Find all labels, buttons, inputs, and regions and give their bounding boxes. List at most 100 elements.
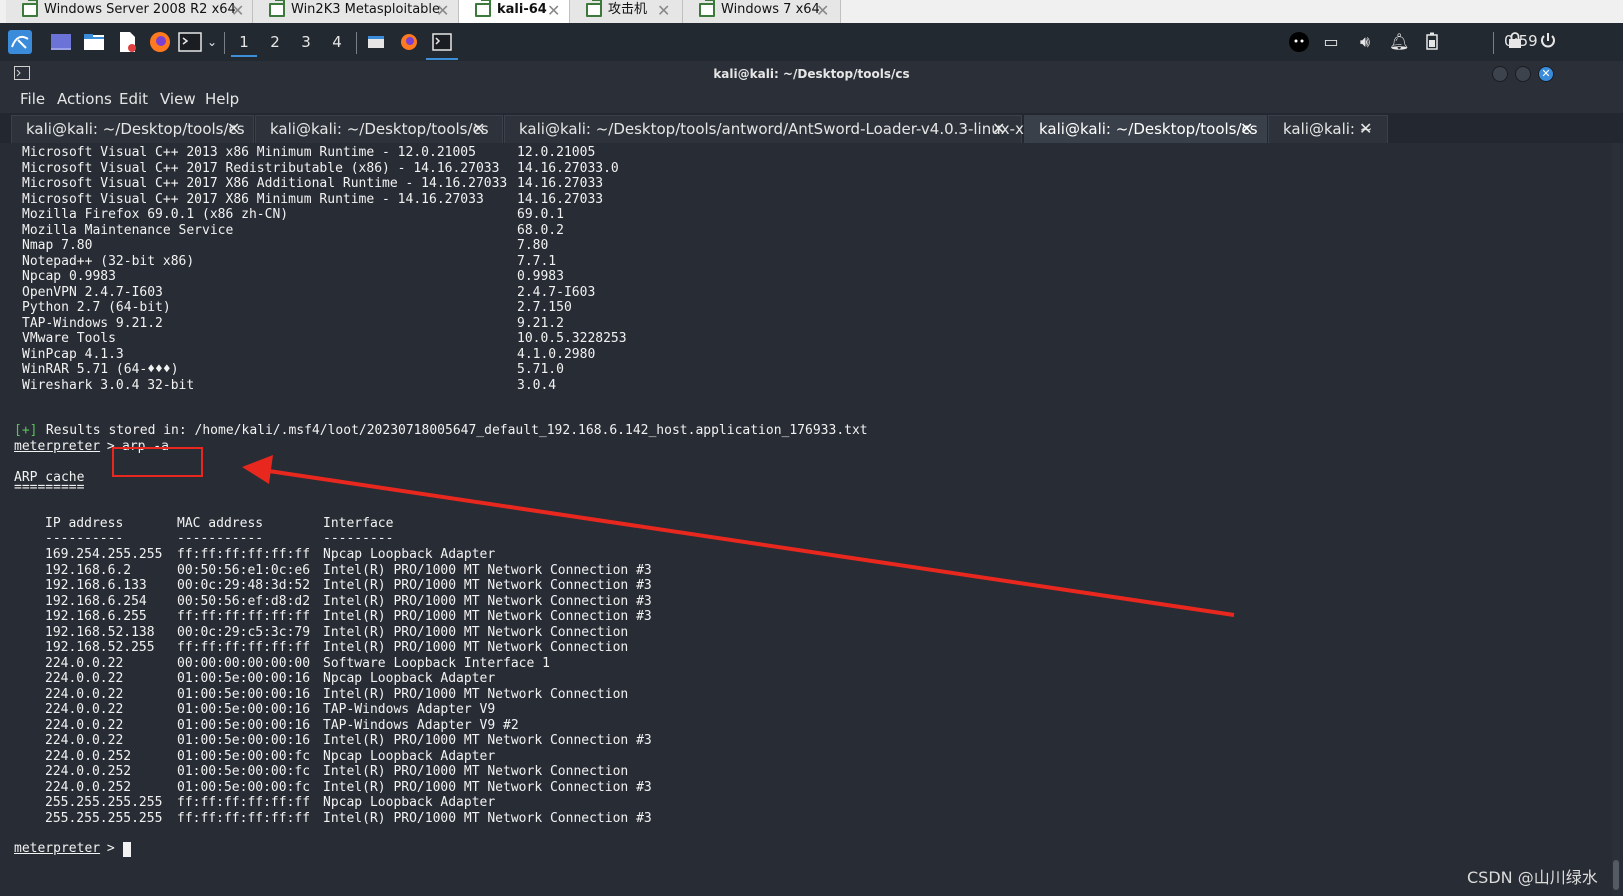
close-icon[interactable]: ✕: [657, 1, 670, 21]
app-version: 5.71.0: [517, 362, 564, 377]
app-version: 10.0.5.3228253: [517, 331, 627, 346]
close-icon[interactable]: ✕: [816, 1, 829, 21]
close-icon[interactable]: ✕: [227, 116, 240, 142]
arp-interface: TAP-Windows Adapter V9: [323, 702, 496, 717]
terminal-scrollbar[interactable]: [1612, 143, 1620, 896]
vm-tab[interactable]: kali-64 ✕: [459, 0, 570, 24]
close-icon[interactable]: ✕: [547, 1, 560, 21]
kali-top-panel: ⌄ 1 2 3 4 ▭ 🔊︎ 🔔︎ 0:59: [0, 23, 1623, 61]
arp-mac: 01:00:5e:00:00:16: [177, 686, 311, 702]
terminal-window-icon[interactable]: [430, 30, 454, 54]
app-version: 14.16.27033: [517, 191, 604, 207]
close-icon[interactable]: ✕: [231, 1, 244, 21]
terminal-tab[interactable]: kali@kali: ~/Desktop/tools/cs ✕: [11, 115, 254, 143]
close-icon[interactable]: ✕: [992, 116, 1005, 142]
terminal-tab-label: kali@kali: ~/Desktop/tools/cs: [1039, 120, 1258, 138]
close-icon[interactable]: ✕: [436, 1, 449, 21]
active-window-indicator: [426, 58, 458, 60]
vm-icon: [699, 0, 715, 17]
terminal-tab[interactable]: kali@kali: ~ ✕: [1268, 115, 1388, 143]
arp-interface: Npcap Loopback Adapter: [323, 795, 496, 810]
arp-column-header: IP address: [45, 516, 124, 531]
app-version: 14.16.27033.0: [517, 160, 619, 176]
vm-icon: [475, 0, 491, 17]
vm-icon: [22, 0, 38, 17]
menu-view[interactable]: View: [160, 90, 196, 108]
power-icon[interactable]: [1538, 32, 1558, 52]
arp-interface: Intel(R) PRO/1000 MT Network Connection …: [323, 562, 652, 578]
terminal-tab[interactable]: kali@kali: ~/Desktop/tools/cs ✕: [1024, 115, 1267, 143]
display-icon[interactable]: ▭: [1321, 32, 1341, 52]
menu-edit[interactable]: Edit: [119, 90, 148, 108]
terminal-cursor: [123, 842, 131, 857]
dropdown-icon[interactable]: ⌄: [202, 32, 222, 52]
file-manager-icon[interactable]: [82, 30, 106, 54]
firefox-window-icon[interactable]: [397, 30, 421, 54]
arp-ip: 224.0.0.22: [45, 655, 124, 671]
terminal-tab-bar: kali@kali: ~/Desktop/tools/cs ✕ kali@kali:…: [0, 113, 1623, 143]
app-name: Microsoft Visual C++ 2017 X86 Additional…: [22, 176, 508, 191]
workspace-2[interactable]: 2: [262, 31, 288, 55]
arp-interface: Intel(R) PRO/1000 MT Network Connection: [323, 764, 629, 779]
close-icon[interactable]: ✕: [472, 116, 485, 142]
avatar-icon[interactable]: [1289, 32, 1309, 52]
vm-tab-label: kali-64: [497, 2, 547, 17]
arp-interface: Software Loopback Interface 1: [323, 655, 550, 671]
terminal-output[interactable]: Microsoft Visual C++ 2013 x86 Minimum Ru…: [0, 143, 1610, 896]
workspace-1[interactable]: 1: [231, 31, 257, 57]
close-button[interactable]: ✕: [1538, 66, 1554, 82]
battery-icon[interactable]: [1422, 32, 1442, 52]
terminal-icon[interactable]: [178, 30, 202, 54]
app-version: 7.7.1: [517, 253, 557, 269]
window-list-icon[interactable]: [364, 30, 388, 54]
arp-interface: Npcap Loopback Adapter: [323, 748, 496, 764]
lock-icon[interactable]: [1505, 32, 1525, 52]
notification-bell-icon[interactable]: 🔔︎: [1389, 32, 1409, 52]
vm-tab[interactable]: Win2K3 Metasploitable ✕: [253, 0, 459, 23]
vm-tab-bar: Windows Server 2008 R2 x64 ✕ Win2K3 Metasp…: [0, 0, 1623, 24]
arp-interface: Intel(R) PRO/1000 MT Network Connection: [323, 686, 629, 702]
arp-ip: 224.0.0.22: [45, 686, 124, 702]
app-name: Wireshark 3.0.4 32-bit: [22, 377, 195, 393]
app-version: 14.16.27033: [517, 176, 604, 191]
app-version: 2.4.7-I603: [517, 284, 596, 300]
arp-ip: 255.255.255.255: [45, 795, 163, 810]
maximize-button[interactable]: [1515, 66, 1531, 82]
arp-mac: ff:ff:ff:ff:ff:ff: [177, 609, 311, 624]
kali-menu-icon[interactable]: [8, 30, 32, 54]
arp-ip: 224.0.0.252: [45, 748, 132, 764]
arp-ip: 192.168.6.255: [45, 609, 147, 624]
close-icon[interactable]: ✕: [1240, 116, 1253, 142]
terminal-window: kali@kali: ~/Desktop/tools/cs ✕ File Act…: [0, 61, 1623, 896]
terminal-tab[interactable]: kali@kali: ~/Desktop/tools/antword/AntSw…: [504, 115, 1043, 143]
app-version: 2.7.150: [517, 300, 572, 315]
vm-tab[interactable]: Windows Server 2008 R2 x64 ✕: [6, 0, 253, 23]
app-version: 12.0.21005: [517, 145, 596, 160]
desktop-icon[interactable]: [49, 30, 73, 54]
workspace-3[interactable]: 3: [293, 31, 319, 55]
scrollbar-thumb[interactable]: [1613, 860, 1619, 890]
vm-tab[interactable]: Windows 7 x64 ✕: [683, 0, 841, 23]
arp-mac: 00:50:56:ef:d8:d2: [177, 593, 311, 609]
arp-interface: Intel(R) PRO/1000 MT Network Connection: [323, 640, 629, 655]
menu-bar: File Actions Edit View Help: [0, 87, 1623, 113]
app-version: 69.0.1: [517, 207, 564, 222]
firefox-icon[interactable]: [148, 30, 172, 54]
menu-help[interactable]: Help: [205, 90, 239, 108]
menu-actions[interactable]: Actions: [57, 90, 112, 108]
workspace-4[interactable]: 4: [324, 31, 350, 55]
close-icon[interactable]: ✕: [1359, 116, 1372, 142]
vm-tab-label: 攻击机: [608, 2, 648, 17]
window-titlebar[interactable]: kali@kali: ~/Desktop/tools/cs ✕: [0, 61, 1623, 87]
menu-file[interactable]: File: [20, 90, 45, 108]
text-editor-icon[interactable]: [115, 30, 139, 54]
volume-icon[interactable]: 🔊︎: [1355, 32, 1375, 52]
terminal-tab-label: kali@kali: ~/Desktop/tools/cs: [270, 120, 489, 138]
app-name: WinRAR 5.71 (64-♦♦♦): [22, 362, 179, 377]
minimize-button[interactable]: [1492, 66, 1508, 82]
terminal-tab-label: kali@kali: ~/Desktop/tools/cs: [26, 120, 245, 138]
terminal-tab[interactable]: kali@kali: ~/Desktop/tools/cs ✕: [255, 115, 503, 143]
arp-column-header: MAC address: [177, 516, 264, 531]
vm-tab[interactable]: 攻击机 ✕: [570, 0, 683, 23]
app-name: WinPcap 4.1.3: [22, 346, 124, 362]
